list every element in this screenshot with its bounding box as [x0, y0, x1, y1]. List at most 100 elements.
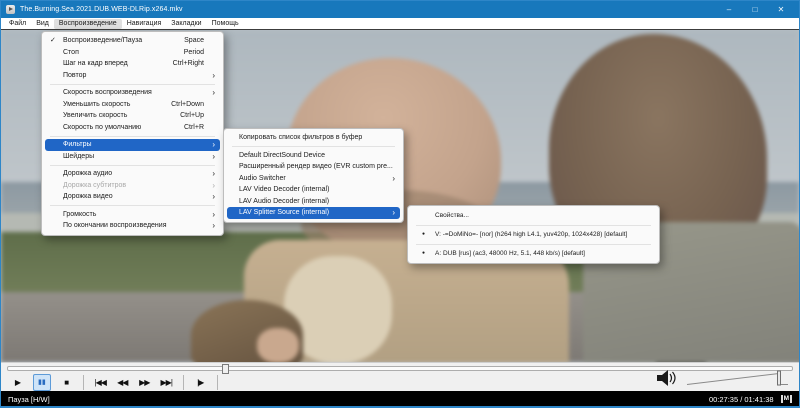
- skip-forward-button[interactable]: ▶▶|: [160, 375, 173, 390]
- separator: [82, 375, 84, 390]
- title-bar[interactable]: The.Burning.Sea.2021.DUB.WEB-DLRip.x264.…: [1, 1, 799, 18]
- separator: [182, 375, 184, 390]
- menu-item-label: Дорожка субтитров: [63, 181, 127, 189]
- menu-item-label: LAV Audio Decoder (internal): [239, 197, 330, 205]
- stop-button[interactable]: ■: [60, 375, 73, 390]
- menu-item-copy-filter-list[interactable]: Копировать список фильтров в буфер: [227, 132, 400, 144]
- separator: [50, 164, 215, 166]
- m-indicator-icon: M: [780, 395, 792, 403]
- separator: [50, 205, 215, 206]
- menu-item-audio-stream[interactable]: ● A: DUB [rus] (ac3, 48000 Hz, 5.1, 448 …: [411, 247, 656, 260]
- menubar-item-help[interactable]: Помощь: [207, 19, 244, 29]
- menu-item-label: LAV Splitter Source (internal): [239, 209, 330, 216]
- menubar-item-bookmarks[interactable]: Закладки: [166, 19, 206, 29]
- lav-splitter-submenu: Свойства... ● V: -=DoMiNo=- [nor] (h264 …: [407, 205, 660, 264]
- skip-back-button[interactable]: |◀◀: [94, 375, 107, 390]
- volume-slider[interactable]: [686, 370, 788, 386]
- submenu-arrow-icon: ›: [212, 70, 215, 80]
- menu-item-lav-audio-decoder[interactable]: LAV Audio Decoder (internal): [227, 196, 400, 208]
- menu-item-label: Воспроизведение/Пауза: [63, 37, 143, 44]
- menu-item-label: V: -=DoMiNo=- [nor] (h264 high L4.1, yuv…: [435, 231, 628, 238]
- submenu-arrow-icon: ›: [392, 208, 395, 217]
- menu-item-shortcut: Space: [184, 37, 204, 44]
- radio-bullet-icon: ●: [422, 250, 426, 256]
- maximize-button[interactable]: □: [742, 1, 768, 18]
- menu-item-playback-rate[interactable]: Скорость воспроизведения ›: [45, 87, 220, 99]
- menu-item-shortcut: Period: [183, 48, 204, 56]
- app-icon: [6, 5, 15, 14]
- menu-item-audio-track[interactable]: Дорожка аудио ›: [45, 168, 220, 180]
- separator: [50, 83, 215, 85]
- menubar-item-navigation[interactable]: Навигация: [122, 19, 167, 29]
- menu-item-volume[interactable]: Громкость ›: [45, 209, 220, 221]
- menu-item-label: A: DUB [rus] (ac3, 48000 Hz, 5.1, 448 kb…: [435, 250, 585, 257]
- time-display: 00:27:35 / 01:41:38: [708, 394, 774, 404]
- menu-item-label: LAV Video Decoder (internal): [239, 186, 330, 193]
- menu-item-label: Копировать список фильтров в буфер: [239, 134, 363, 141]
- submenu-arrow-icon: ›: [212, 140, 215, 149]
- separator: [232, 146, 395, 147]
- menu-item-properties[interactable]: Свойства...: [411, 209, 656, 222]
- increase-rate-button[interactable]: ▶▶: [138, 375, 151, 390]
- window-title: The.Burning.Sea.2021.DUB.WEB-DLRip.x264.…: [20, 6, 183, 13]
- menubar-item-file[interactable]: Файл: [4, 19, 31, 29]
- menu-item-directsound-device[interactable]: Default DirectSound Device: [227, 150, 400, 162]
- menu-item-filters[interactable]: Фильтры ›: [45, 139, 220, 151]
- menu-item-label: Увеличить скорость: [63, 112, 128, 119]
- submenu-arrow-icon: ›: [212, 192, 215, 201]
- menu-item-frame-step[interactable]: Шаг на кадр вперед Ctrl+Right: [45, 58, 220, 70]
- separator: [50, 135, 215, 137]
- seek-thumb[interactable]: [222, 364, 230, 374]
- filters-submenu: Копировать список фильтров в буфер Defau…: [223, 128, 404, 223]
- decrease-rate-button[interactable]: ◀◀: [116, 375, 129, 390]
- menu-item-video-stream[interactable]: ● V: -=DoMiNo=- [nor] (h264 high L4.1, y…: [411, 228, 656, 241]
- menu-item-label: По окончании воспроизведения: [63, 222, 167, 229]
- menu-item-label: Скорость по умолчанию: [63, 123, 142, 131]
- menu-item-shortcut: Ctrl+Down: [171, 100, 204, 108]
- menu-item-evr-renderer[interactable]: Расширенный рендер видео (EVR custom pre…: [227, 161, 400, 173]
- control-bar: ▶ ▮▮ ■ |◀◀ ◀◀ ▶▶ ▶▶| |▶: [1, 362, 799, 391]
- mpc-hc-window: The.Burning.Sea.2021.DUB.WEB-DLRip.x264.…: [0, 0, 800, 408]
- menu-item-repeat[interactable]: Повтор ›: [45, 70, 220, 82]
- menu-item-shaders[interactable]: Шейдеры ›: [45, 151, 220, 163]
- volume-control: [657, 369, 793, 392]
- menu-item-play-pause[interactable]: ✓ Воспроизведение/Пауза Space: [45, 35, 220, 47]
- menubar-item-view[interactable]: Вид: [31, 19, 54, 29]
- menu-item-label: Скорость воспроизведения: [63, 89, 152, 96]
- pause-button[interactable]: ▮▮: [33, 374, 51, 391]
- menu-item-audio-switcher[interactable]: Audio Switcher ›: [227, 173, 400, 185]
- menu-item-shortcut: Ctrl+Right: [172, 60, 204, 67]
- menu-item-label: Повтор: [63, 71, 87, 79]
- submenu-arrow-icon: ›: [212, 169, 215, 178]
- menu-item-decrease-rate[interactable]: Уменьшить скорость Ctrl+Down: [45, 99, 220, 111]
- menu-item-label: Audio Switcher: [239, 174, 286, 182]
- frame-step-button[interactable]: |▶: [194, 375, 207, 390]
- menu-item-lav-video-decoder[interactable]: LAV Video Decoder (internal): [227, 184, 400, 196]
- volume-icon[interactable]: [657, 370, 676, 386]
- menu-item-reset-rate[interactable]: Скорость по умолчанию Ctrl+R: [45, 122, 220, 134]
- menu-item-subtitle-track[interactable]: Дорожка субтитров ›: [45, 180, 220, 192]
- menu-item-label: Фильтры: [63, 141, 92, 148]
- window-controls: – □ ✕: [716, 1, 794, 18]
- menu-item-increase-rate[interactable]: Увеличить скорость Ctrl+Up: [45, 110, 220, 122]
- menu-item-after-playback[interactable]: По окончании воспроизведения ›: [45, 220, 220, 232]
- menubar-item-play[interactable]: Воспроизведение: [53, 18, 122, 29]
- radio-bullet-icon: ●: [422, 231, 426, 237]
- separator: [216, 375, 218, 390]
- menu-item-label: Шаг на кадр вперед: [63, 60, 128, 67]
- menu-item-lav-splitter-source[interactable]: LAV Splitter Source (internal) ›: [227, 207, 400, 219]
- menu-item-stop[interactable]: Стоп Period: [45, 47, 220, 59]
- transport-buttons: ▶ ▮▮ ■ |◀◀ ◀◀ ▶▶ ▶▶| |▶: [11, 374, 219, 391]
- menu-item-label: Свойства...: [435, 212, 469, 219]
- playback-menu: ✓ Воспроизведение/Пауза Space Стоп Perio…: [41, 31, 224, 236]
- minimize-button[interactable]: –: [716, 1, 742, 18]
- menu-item-shortcut: Ctrl+Up: [180, 112, 204, 119]
- submenu-arrow-icon: ›: [212, 88, 215, 97]
- menu-item-label: Громкость: [63, 210, 97, 218]
- menu-item-label: Дорожка аудио: [63, 170, 113, 177]
- menu-item-video-track[interactable]: Дорожка видео ›: [45, 191, 220, 203]
- menu-item-label: Дорожка видео: [63, 193, 113, 200]
- volume-thumb: [777, 370, 781, 386]
- play-button[interactable]: ▶: [11, 375, 24, 390]
- close-button[interactable]: ✕: [768, 1, 794, 18]
